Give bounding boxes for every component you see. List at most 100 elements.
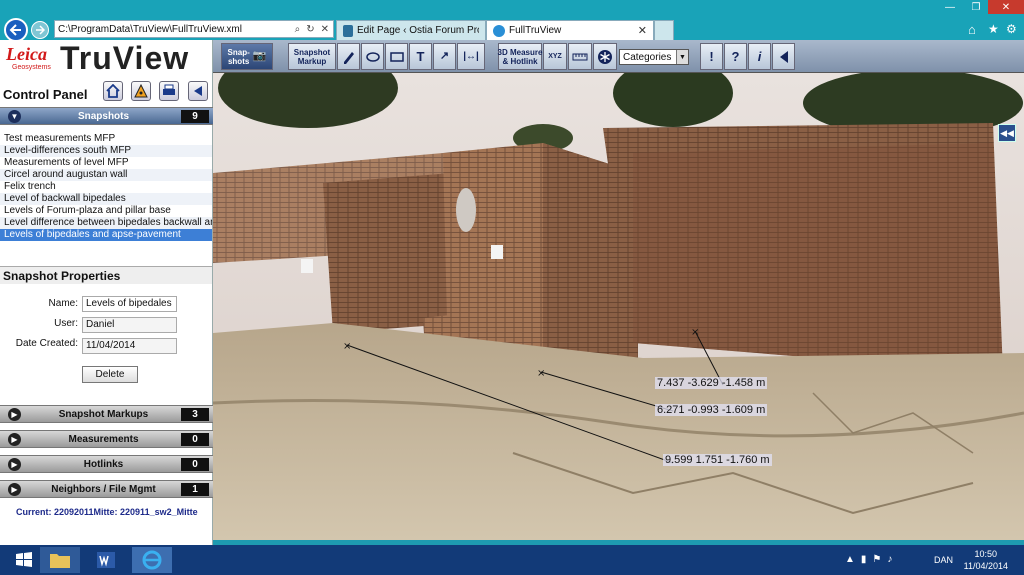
clock-date: 11/04/2014 xyxy=(963,561,1008,571)
svg-text:×: × xyxy=(537,368,545,379)
chevron-right-icon[interactable]: ▶ xyxy=(8,433,21,446)
user-label: User: xyxy=(54,318,78,329)
svg-text:×: × xyxy=(343,341,351,352)
dimension-icon: |↔| xyxy=(463,51,479,62)
favorites-icon[interactable]: ★ xyxy=(988,22,999,36)
word-button[interactable] xyxy=(86,547,126,573)
close-icon[interactable]: ✕ xyxy=(321,24,329,35)
snapshot-item[interactable]: Levels of Forum-plaza and pillar base xyxy=(0,205,212,217)
snapshot-markup-button[interactable]: Snapshot Markup xyxy=(288,43,336,70)
language-indicator[interactable]: DAN xyxy=(934,555,953,565)
snapshot-item[interactable]: Test measurements MFP xyxy=(0,133,212,145)
double-chevron-left-icon: ◀◀ xyxy=(1000,127,1014,138)
text-tool[interactable]: T xyxy=(409,43,432,70)
address-bar[interactable]: C:\ProgramData\TruView\FullTruView.xml ⌕… xyxy=(54,20,334,38)
help-button[interactable]: ? xyxy=(724,43,747,70)
text-t-icon: T xyxy=(416,49,425,64)
tray-icons[interactable]: ▲▮⚑♪ xyxy=(845,554,898,565)
chevron-right-icon[interactable]: ▶ xyxy=(8,408,21,421)
snapshot-markups-header[interactable]: ▶ Snapshot Markups 3 xyxy=(0,405,213,423)
hotlinks-header[interactable]: ▶ Hotlinks 0 xyxy=(0,455,213,473)
triangle-left-icon xyxy=(779,50,788,63)
browser-chrome: C:\ProgramData\TruView\FullTruView.xml ⌕… xyxy=(0,0,1024,42)
back-button[interactable] xyxy=(4,18,28,42)
rectangle-tool[interactable] xyxy=(385,43,408,70)
snapshot-item[interactable]: Level-differences south MFP xyxy=(0,145,212,157)
ruins-scene: × × × xyxy=(213,73,1024,540)
dimension-tool[interactable]: |↔| xyxy=(457,43,485,70)
about-button[interactable]: i xyxy=(748,43,771,70)
categories-dropdown[interactable]: Categories ▼ xyxy=(619,49,689,65)
info-i-icon: i xyxy=(757,49,762,64)
viewer-toolbar: Snap- shots 📷 Snapshot Markup T ↗ |↔| 3D … xyxy=(213,40,1024,73)
refresh-icon[interactable]: ↻ xyxy=(306,24,314,35)
tab-label: FullTruView xyxy=(509,25,562,36)
close-tab-icon[interactable]: ✕ xyxy=(638,24,647,37)
tab-fulltruview[interactable]: FullTruView ✕ xyxy=(486,20,654,40)
name-field[interactable]: Levels of bipedales xyxy=(82,296,177,312)
rectangle-icon xyxy=(389,51,404,62)
taskbar: ▲▮⚑♪ DAN 10:50 11/04/2014 xyxy=(0,545,1024,575)
3d-measure-button[interactable]: 3D Measure & Hotlink xyxy=(498,43,542,70)
tab-edit-page[interactable]: Edit Page ‹ Ostia Forum Projec... xyxy=(336,20,486,40)
leica-logo: Leica xyxy=(6,44,47,64)
snapshot-item[interactable]: Felix trench xyxy=(0,181,212,193)
close-window-button[interactable]: ✕ xyxy=(988,0,1024,14)
snapshots-label: Snapshots xyxy=(77,111,130,122)
chevron-right-icon[interactable]: ▶ xyxy=(8,458,21,471)
collapse-right-button[interactable]: ◀◀ xyxy=(998,124,1016,142)
print-icon xyxy=(163,84,175,95)
text-arrow-tool[interactable]: ↗ xyxy=(433,43,456,70)
collapse-panel-button[interactable] xyxy=(188,81,208,101)
snapshot-item[interactable]: Measurements of level MFP xyxy=(0,157,212,169)
panorama-viewer[interactable]: × × × 7.437 -3.629 -1.458 m 6.271 -0.993… xyxy=(213,73,1024,540)
snapshot-item[interactable]: Circel around augustan wall xyxy=(0,169,212,181)
section-count: 3 xyxy=(181,408,209,421)
neighbors-header[interactable]: ▶ Neighbors / File Mgmt 1 xyxy=(0,480,213,498)
measurement-label[interactable]: 9.599 1.751 -1.760 m xyxy=(663,454,772,466)
control-panel: Leica Geosystems TruView Control Panel ▼… xyxy=(0,40,213,545)
measurement-label[interactable]: 6.271 -0.993 -1.609 m xyxy=(655,404,768,416)
start-button[interactable] xyxy=(4,547,44,573)
current-scan-label: Current: 22092011Mitte: 220911_sw2_Mitte xyxy=(16,507,198,517)
categories-value: Categories xyxy=(623,51,672,63)
measurements-header[interactable]: ▶ Measurements 0 xyxy=(0,430,213,448)
chevron-right-icon[interactable]: ▶ xyxy=(8,483,21,496)
internet-explorer-button[interactable] xyxy=(132,547,172,573)
xyz-tool[interactable]: XYZ xyxy=(543,43,567,70)
clock[interactable]: 10:50 11/04/2014 xyxy=(964,548,1008,572)
settings-gear-icon[interactable]: ⚙ xyxy=(1006,22,1017,36)
chevron-down-icon[interactable]: ▼ xyxy=(8,110,21,123)
wordpress-icon xyxy=(343,24,353,37)
forward-button[interactable] xyxy=(31,21,49,39)
search-icon[interactable]: ⌕ xyxy=(295,24,301,35)
info-button[interactable]: ! xyxy=(700,43,723,70)
ie-icon xyxy=(142,550,162,570)
pen-tool[interactable] xyxy=(337,43,360,70)
delete-button[interactable]: Delete xyxy=(82,366,138,383)
home-icon[interactable]: ⌂ xyxy=(968,22,976,37)
snapshots-button[interactable]: Snap- shots 📷 xyxy=(221,43,273,70)
restore-button[interactable]: ❐ xyxy=(962,0,990,14)
new-tab-button[interactable] xyxy=(654,20,674,40)
home-button[interactable] xyxy=(103,81,123,101)
snapshots-header[interactable]: ▼ Snapshots 9 xyxy=(0,107,213,125)
ruler-icon xyxy=(572,53,588,60)
warning-button[interactable] xyxy=(131,81,151,101)
exclamation-icon: ! xyxy=(709,49,714,64)
warning-icon xyxy=(134,84,148,98)
snapshot-item-selected[interactable]: Levels of bipedales and apse-pavement xyxy=(0,229,212,241)
minimize-button[interactable]: — xyxy=(936,0,964,14)
print-button[interactable] xyxy=(159,81,179,101)
measurement-label[interactable]: 7.437 -3.629 -1.458 m xyxy=(655,377,768,389)
snapshot-item[interactable]: Level of backwall bipedales xyxy=(0,193,212,205)
hotlink-tool[interactable] xyxy=(593,43,617,70)
date-created-label: Date Created: xyxy=(15,338,78,349)
ruler-tool[interactable] xyxy=(568,43,592,70)
snapshot-item[interactable]: Level difference between bipedales backw… xyxy=(0,217,212,229)
file-explorer-button[interactable] xyxy=(40,547,80,573)
ellipse-tool[interactable] xyxy=(361,43,384,70)
ie-icon xyxy=(493,24,505,37)
question-icon: ? xyxy=(731,49,740,64)
toggle-toolbar-button[interactable] xyxy=(772,43,795,70)
